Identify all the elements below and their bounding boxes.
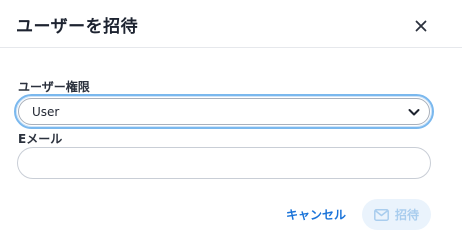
close-icon	[415, 20, 427, 32]
mail-icon	[374, 208, 389, 221]
invite-button-label: 招待	[394, 208, 419, 222]
role-label: ユーザー権限	[18, 80, 90, 94]
email-field[interactable]	[17, 147, 431, 179]
role-select[interactable]: User	[14, 94, 434, 129]
role-select-border	[18, 98, 430, 125]
chevron-down-icon	[408, 109, 420, 116]
email-label: Eメール	[18, 132, 63, 146]
dialog-title: ユーザーを招待	[16, 17, 139, 37]
invite-user-dialog: ユーザーを招待 ユーザー権限 User Eメール キャンセル 招待	[0, 0, 462, 248]
cancel-button[interactable]: キャンセル	[286, 205, 346, 225]
close-button[interactable]	[409, 14, 433, 38]
invite-button[interactable]: 招待	[362, 199, 431, 230]
role-select-value: User	[32, 105, 60, 119]
dialog-header: ユーザーを招待	[0, 0, 462, 48]
